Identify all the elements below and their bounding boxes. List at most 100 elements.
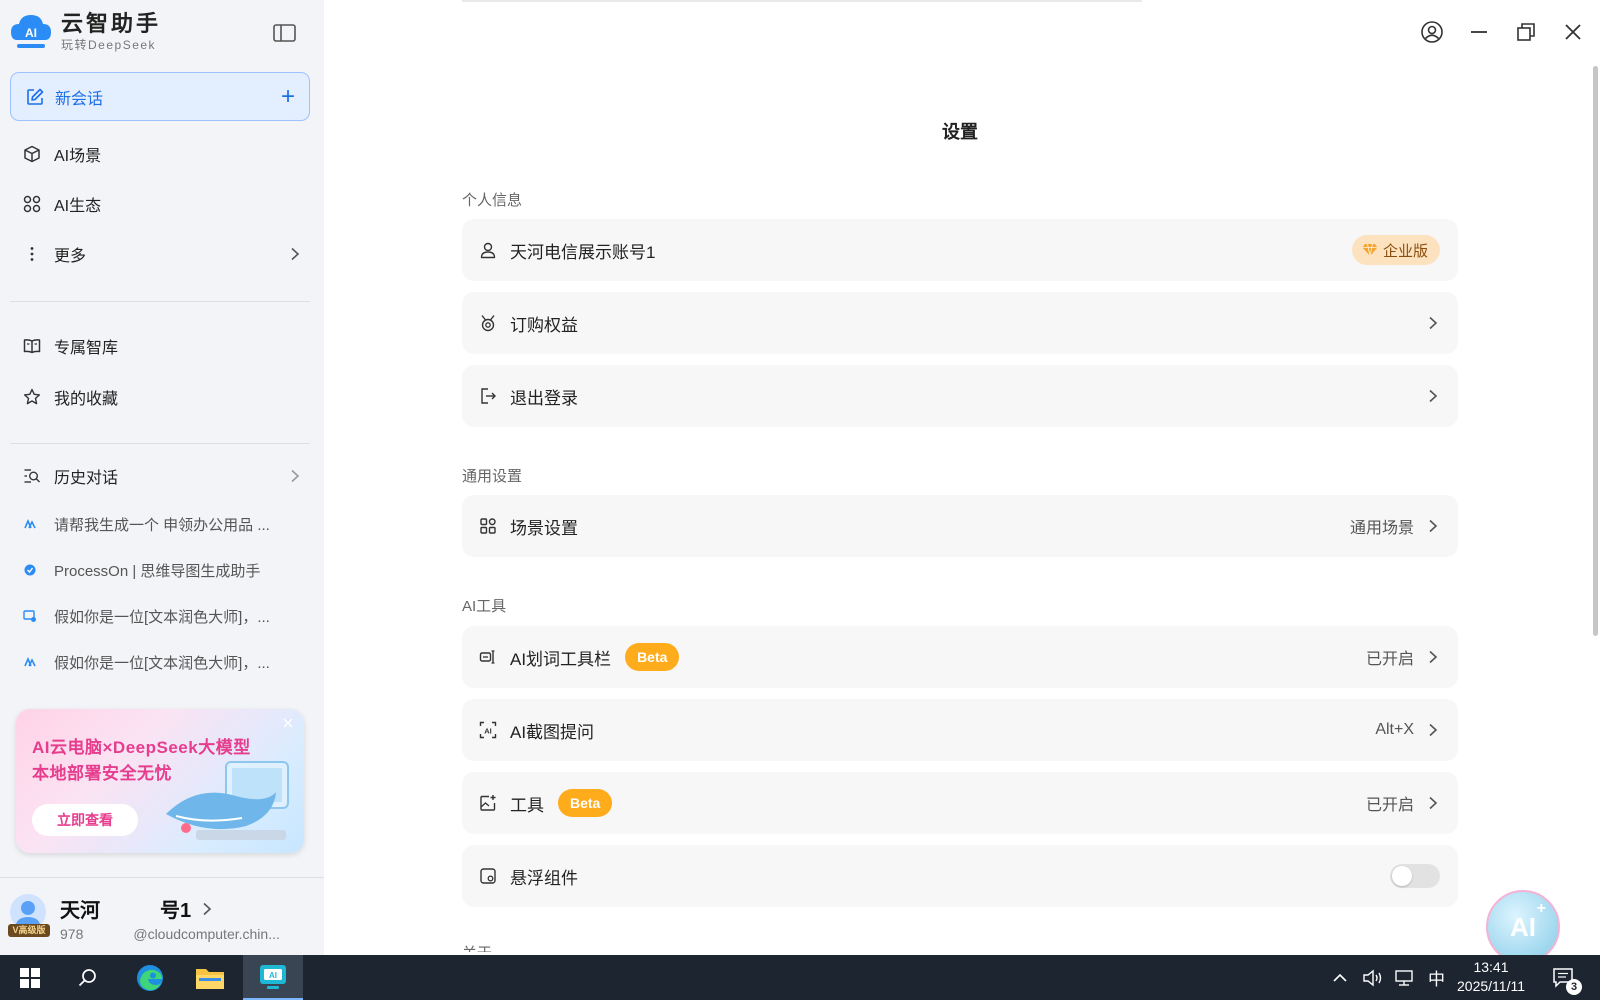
screenshot-label: AI截图提问 xyxy=(510,722,595,742)
sidebar-item-label: AI场景 xyxy=(54,148,102,165)
restore-icon[interactable] xyxy=(1514,20,1538,44)
section-title-general: 通用设置 xyxy=(462,468,523,485)
chevron-right-icon xyxy=(1429,316,1438,330)
text-polish-icon xyxy=(22,608,38,624)
account-name: 天河电信展示账号1 xyxy=(510,242,656,262)
app-subtitle: 玩转DeepSeek xyxy=(61,38,157,52)
new-chat-button[interactable]: 新会话 + xyxy=(10,72,310,121)
svg-text:AI: AI xyxy=(25,26,37,40)
settings-row-subscription[interactable]: 订购权益 xyxy=(462,292,1458,354)
sidebar-collapse-icon[interactable] xyxy=(272,22,298,44)
chevron-up-icon[interactable] xyxy=(1332,970,1348,986)
settings-row-account[interactable]: 天河电信展示账号1 企业版 xyxy=(462,219,1458,281)
user-name-prefix: 天河 xyxy=(60,900,100,922)
history-item[interactable]: 请帮我生成一个 申领办公用品 ... xyxy=(22,511,302,537)
sidebar-item-more[interactable]: 更多 xyxy=(22,239,302,269)
floating-ai-button[interactable]: AI + xyxy=(1486,890,1560,964)
history-item[interactable]: 假如你是一位[文本润色大师]，... xyxy=(22,603,302,629)
history-item[interactable]: ProcessOn | 思维导图生成助手 xyxy=(22,557,302,583)
beta-badge: Beta xyxy=(625,643,680,671)
close-icon[interactable] xyxy=(282,717,294,729)
promo-banner[interactable]: AI云电脑×DeepSeek大模型 本地部署安全无忧 立即查看 xyxy=(16,709,304,853)
system-tray: 中 xyxy=(1332,955,1445,1000)
chevron-right-icon xyxy=(291,247,300,261)
notification-count: 3 xyxy=(1566,979,1582,995)
scene-label: 场景设置 xyxy=(510,518,578,538)
user-name-suffix: 号1 xyxy=(160,900,192,922)
chevron-right-icon xyxy=(1429,389,1438,403)
beta-badge: Beta xyxy=(558,789,613,817)
taskbar-edge[interactable] xyxy=(120,955,180,1000)
deepseek-icon xyxy=(22,654,38,670)
chevron-right-icon xyxy=(203,902,212,915)
svg-text:AI: AI xyxy=(269,971,277,980)
scene-value: 通用场景 xyxy=(1349,520,1414,537)
settings-row-word-toolbar[interactable]: AI划词工具栏 Beta 已开启 xyxy=(462,626,1458,688)
history-item-label: 请帮我生成一个 申领办公用品 ... xyxy=(54,516,270,534)
ime-indicator[interactable]: 中 xyxy=(1428,965,1445,990)
scrollbar[interactable] xyxy=(1593,66,1598,636)
settings-row-tools[interactable]: 工具 Beta 已开启 xyxy=(462,772,1458,834)
floating-toggle[interactable] xyxy=(1390,864,1440,888)
assistant-app-icon: AI xyxy=(260,964,286,989)
promo-subtitle: 本地部署安全无忧 xyxy=(32,764,172,783)
settings-row-screenshot[interactable]: AI AI截图提问 Alt+X xyxy=(462,699,1458,761)
section-title-personal: 个人信息 xyxy=(462,192,523,209)
section-title-ai-tools: AI工具 xyxy=(462,598,507,615)
page-title: 设置 xyxy=(942,122,978,142)
sidebar-item-ai-ecosystem[interactable]: AI生态 xyxy=(22,189,302,219)
image-plus-icon xyxy=(478,793,498,813)
taskbar-search-button[interactable] xyxy=(58,955,118,1000)
volume-icon[interactable] xyxy=(1362,969,1384,987)
window-controls xyxy=(1400,12,1600,52)
clock[interactable]: 13:41 2025/11/11 xyxy=(1446,958,1536,996)
history-item[interactable]: 假如你是一位[文本润色大师]，... xyxy=(22,649,302,675)
cube-icon xyxy=(22,144,42,164)
app-logo-icon: AI xyxy=(11,15,51,48)
clock-date: 2025/11/11 xyxy=(1457,978,1525,994)
notification-center[interactable]: 3 xyxy=(1552,955,1582,1000)
user-profile[interactable]: V高级版 天河 号1 978 @cloudcomputer.chin... xyxy=(0,877,324,955)
processon-icon xyxy=(22,562,38,578)
ai-screenshot-icon: AI xyxy=(478,720,498,740)
close-window-icon[interactable] xyxy=(1561,20,1585,44)
settings-row-logout[interactable]: 退出登录 xyxy=(462,365,1458,427)
top-divider xyxy=(462,0,1142,2)
taskbar-app-assistant[interactable]: AI xyxy=(243,955,303,1000)
word-toolbar-value: 已开启 xyxy=(1365,651,1414,668)
medal-icon xyxy=(478,313,498,333)
sidebar-item-knowledge-base[interactable]: 专属智库 xyxy=(22,331,302,361)
word-toolbar-label: AI划词工具栏 xyxy=(510,649,612,669)
scene-icon xyxy=(478,516,498,536)
floating-ai-label: AI xyxy=(1510,911,1536,942)
text-select-icon xyxy=(478,647,498,667)
sidebar-item-history[interactable]: 历史对话 xyxy=(22,461,302,491)
whale-illustration-icon xyxy=(166,761,289,840)
sidebar-item-label: 专属智库 xyxy=(54,340,119,357)
sidebar-item-ai-scenes[interactable]: AI场景 xyxy=(22,139,302,169)
history-item-label: 假如你是一位[文本润色大师]，... xyxy=(54,608,270,626)
deepseek-icon xyxy=(22,516,38,532)
logout-icon xyxy=(478,386,498,406)
taskbar-file-explorer[interactable] xyxy=(180,955,240,1000)
start-button[interactable] xyxy=(0,955,60,1000)
sidebar-item-favorites[interactable]: 我的收藏 xyxy=(22,382,302,412)
plus-icon: + xyxy=(1536,900,1546,917)
user-email-suffix: @cloudcomputer.chin... xyxy=(133,926,280,942)
grid-icon xyxy=(22,194,42,214)
chevron-right-icon xyxy=(1429,796,1438,810)
history-item-label: ProcessOn | 思维导图生成助手 xyxy=(54,562,261,580)
folder-icon xyxy=(196,968,224,989)
windows-icon xyxy=(20,967,40,988)
diamond-icon xyxy=(1362,243,1378,257)
history-item-label: 假如你是一位[文本润色大师]，... xyxy=(54,654,270,672)
enterprise-badge: 企业版 xyxy=(1351,235,1440,265)
minimize-icon[interactable] xyxy=(1467,20,1491,44)
user-account-icon[interactable] xyxy=(1420,20,1444,44)
enterprise-badge-label: 企业版 xyxy=(1382,242,1428,260)
app-brand: AI 云智助手 玩转DeepSeek xyxy=(9,10,161,54)
promo-view-button[interactable]: 立即查看 xyxy=(32,804,138,836)
chevron-right-icon xyxy=(291,469,300,483)
settings-row-scene[interactable]: 场景设置 通用场景 xyxy=(462,495,1458,557)
network-icon[interactable] xyxy=(1394,969,1416,987)
